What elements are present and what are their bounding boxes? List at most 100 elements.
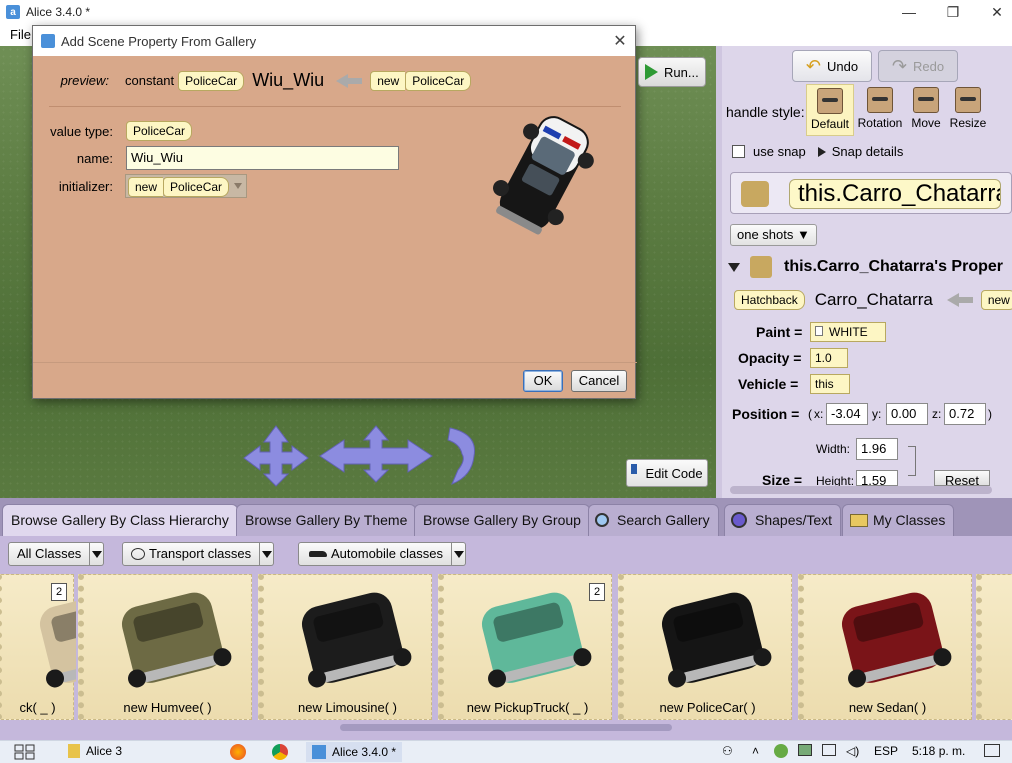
gallery-card-partial[interactable]	[976, 574, 1012, 720]
redo-icon: ↷	[891, 55, 907, 76]
preview-new-type-tile: PoliceCar	[405, 70, 472, 91]
gallery-card[interactable]: new Humvee( )	[78, 574, 252, 720]
usb-glyph	[798, 744, 812, 756]
handle-style-rotation[interactable]: Rotation	[856, 84, 904, 136]
menu-file[interactable]: File	[10, 27, 31, 42]
position-x-field[interactable]: -3.04	[826, 403, 868, 425]
firefox-icon[interactable]	[230, 744, 246, 760]
chrome-icon[interactable]	[272, 744, 288, 760]
usb-icon[interactable]	[798, 744, 812, 756]
people-icon[interactable]: ⚇	[722, 744, 733, 758]
clock[interactable]: 5:18 p. m.	[912, 744, 965, 758]
gallery-card[interactable]: new Limousine( )	[258, 574, 432, 720]
camera-move-arrows-icon[interactable]	[236, 424, 316, 488]
automobile-classes-combo[interactable]: Automobile classes	[298, 542, 466, 566]
handle-style-default[interactable]: Default	[806, 84, 854, 136]
height-field[interactable]: 1.59	[856, 470, 898, 486]
variant-count-badge: 2	[51, 583, 67, 601]
scene-setup-panel: ↶ Undo ↷ Redo handle style: Default Rota…	[722, 46, 1012, 498]
java-app-icon	[41, 34, 55, 48]
link-proportions-icon[interactable]	[908, 446, 916, 476]
gallery-card[interactable]: ck( _ ) 2	[0, 574, 76, 720]
expand-triangle-icon[interactable]	[817, 146, 826, 157]
handle-style-move[interactable]: Move	[902, 84, 950, 136]
width-label: Width:	[816, 442, 851, 456]
dialog-close-button[interactable]: ✕	[605, 26, 635, 56]
handle-style-resize[interactable]: Resize	[944, 84, 992, 136]
properties-header[interactable]: this.Carro_Chatarra's Proper	[728, 256, 1003, 278]
ok-button[interactable]: OK	[523, 370, 563, 392]
tray-app-glyph	[774, 744, 788, 758]
tab-search-label: Search Gallery	[617, 512, 710, 528]
volume-icon[interactable]: ◁)	[846, 744, 859, 758]
snap-details-label[interactable]: Snap details	[832, 144, 904, 159]
car-thumbnail-icon	[741, 181, 769, 207]
transport-classes-combo[interactable]: Transport classes	[122, 542, 275, 566]
minimize-button[interactable]: —	[886, 0, 932, 24]
tab-my-classes[interactable]: My Classes	[842, 504, 955, 536]
taskbar-folder-item[interactable]: Alice 3	[68, 744, 122, 758]
tab-search[interactable]: Search Gallery	[588, 504, 719, 536]
properties-horizontal-scrollbar[interactable]	[730, 486, 992, 494]
taskbar-alice-item[interactable]: Alice 3.4.0 *	[306, 742, 403, 762]
car-icon	[309, 551, 327, 557]
network-icon[interactable]	[822, 744, 836, 756]
undo-button[interactable]: ↶ Undo	[792, 50, 872, 82]
close-button[interactable]: ✕	[974, 0, 1012, 24]
task-view-icon[interactable]	[14, 744, 36, 760]
gallery-card[interactable]: new PickupTruck( _ ) 2	[438, 574, 612, 720]
restore-button[interactable]: ❐	[930, 0, 976, 24]
use-snap-checkbox[interactable]	[732, 145, 745, 158]
notifications-icon[interactable]	[984, 744, 1000, 757]
position-y-label: y:	[872, 407, 882, 421]
position-z-field[interactable]: 0.72	[944, 403, 986, 425]
position-open: (	[808, 407, 812, 421]
edit-code-button[interactable]: Edit Code	[626, 459, 708, 487]
chevron-down-icon	[90, 542, 105, 566]
tab-group[interactable]: Browse Gallery By Group	[414, 504, 590, 536]
redo-button[interactable]: ↷ Redo	[878, 50, 958, 82]
tab-class-hierarchy[interactable]: Browse Gallery By Class Hierarchy	[2, 504, 238, 536]
gallery-card-label: new Humvee( )	[123, 700, 212, 715]
cancel-button[interactable]: Cancel	[571, 370, 627, 392]
tab-my-classes-label: My Classes	[873, 512, 946, 528]
gallery-scrollbar[interactable]	[340, 724, 672, 731]
camera-turn-arrows-icon[interactable]	[318, 424, 434, 484]
title-bar: a Alice 3.4.0 * — ❐ ✕	[0, 0, 1012, 24]
chevron-up-icon[interactable]: ˄	[752, 744, 759, 758]
collapse-triangle-icon[interactable]	[728, 262, 740, 272]
preview-label: preview:	[60, 73, 109, 88]
play-icon	[645, 64, 658, 80]
initializer-dropdown[interactable]: new PoliceCar	[125, 174, 247, 198]
camera-rotate-arrow-icon[interactable]	[444, 424, 480, 488]
language-indicator[interactable]: ESP	[874, 744, 898, 758]
undo-icon: ↶	[805, 55, 821, 76]
vehicle-value[interactable]: this	[810, 374, 850, 394]
reset-button[interactable]: Reset	[934, 470, 990, 486]
chevron-down-icon	[260, 542, 275, 566]
new-tile[interactable]: new	[980, 290, 1012, 310]
opacity-value[interactable]: 1.0	[810, 348, 848, 368]
paint-value[interactable]: WHITE	[810, 322, 886, 342]
position-y-field[interactable]: 0.00	[886, 403, 928, 425]
gallery-card[interactable]: new PoliceCar( )	[618, 574, 792, 720]
all-classes-combo[interactable]: All Classes	[8, 542, 105, 566]
type-tile[interactable]: Hatchback	[734, 290, 805, 310]
handle-style-label: handle style:	[726, 104, 805, 120]
taskbar-folder-label: Alice 3	[86, 744, 123, 758]
preview-new-tile: new	[370, 70, 406, 91]
width-field[interactable]: 1.96	[856, 438, 898, 460]
gallery-card-label: new PickupTruck( _ )	[466, 700, 589, 715]
tab-theme[interactable]: Browse Gallery By Theme	[236, 504, 417, 536]
tray-app-icon[interactable]	[774, 744, 788, 758]
selected-object-box[interactable]: this.Carro_Chatarra	[730, 172, 1012, 214]
gallery-card[interactable]: new Sedan( )	[798, 574, 972, 720]
automobile-classes-label: Automobile classes	[331, 546, 443, 561]
name-input[interactable]: Wiu_Wiu	[126, 146, 399, 170]
gallery-card-label: new Limousine( )	[298, 700, 397, 715]
tab-shapes-text[interactable]: Shapes/Text	[724, 504, 842, 536]
vehicle-model-image	[121, 592, 232, 688]
preview-type-tile: PoliceCar	[178, 70, 245, 91]
run-button[interactable]: Run...	[638, 57, 706, 87]
one-shots-dropdown[interactable]: one shots ▼	[730, 224, 817, 246]
